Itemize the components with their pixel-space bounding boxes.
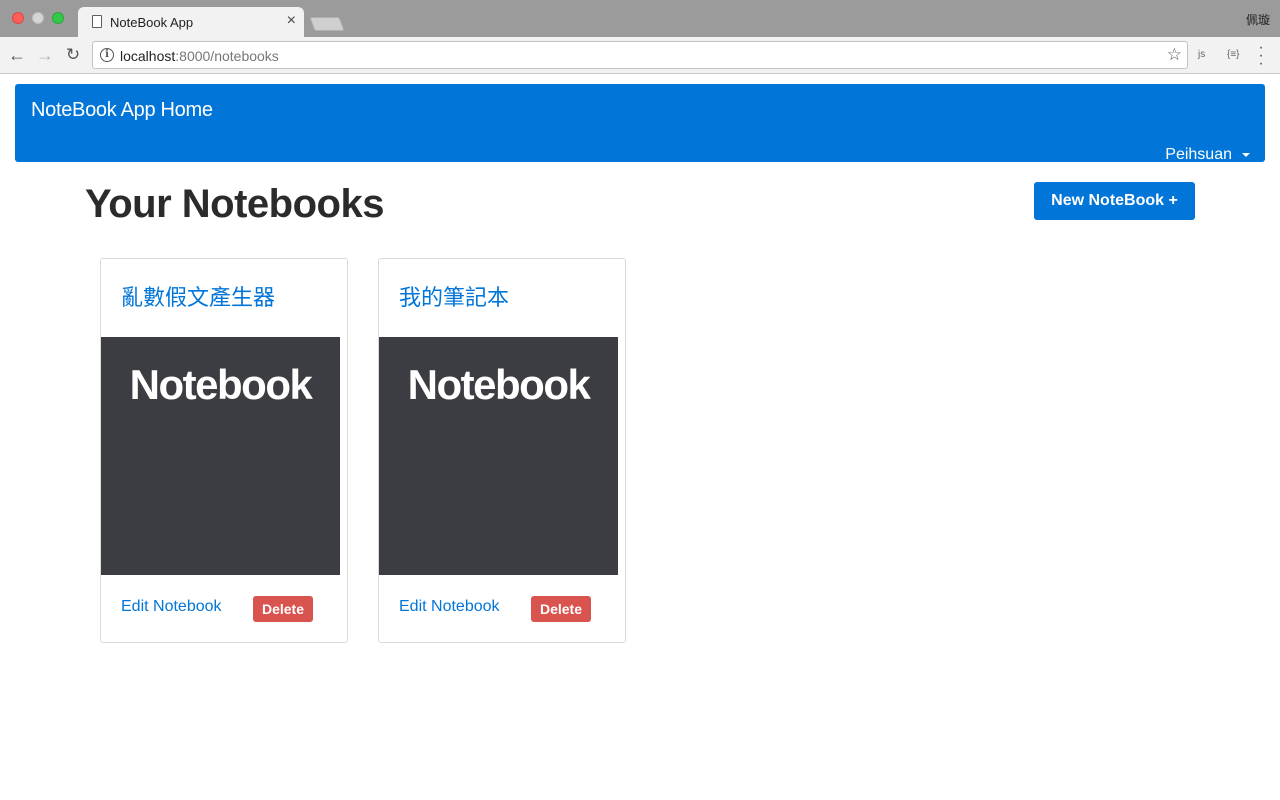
delete-notebook-button[interactable]: Delete [531,596,591,622]
reload-icon[interactable]: ↻ [61,43,85,67]
delete-notebook-button[interactable]: Delete [253,596,313,622]
notebook-cover-image: Notebook [101,337,340,575]
notebook-title-link[interactable]: 亂數假文產生器 [121,280,275,312]
kebab-menu-icon[interactable]: · · · [1258,40,1264,72]
notebook-card: 亂數假文產生器 Notebook Edit Notebook Delete [100,258,348,643]
edit-notebook-link[interactable]: Edit Notebook [399,598,500,616]
info-icon[interactable]: i [100,48,114,62]
user-name: Peihsuan [1165,146,1232,163]
browser-toolbar: ← → ↻ i localhost:8000/notebooks ☆ js {≡… [0,37,1280,74]
address-bar[interactable]: i localhost:8000/notebooks ☆ [92,41,1188,69]
notebook-title-link[interactable]: 我的筆記本 [399,280,509,312]
minimize-window-button[interactable] [32,12,44,24]
json-extension-icon[interactable]: {≡} [1227,49,1240,60]
bookmark-star-icon[interactable]: ☆ [1167,45,1182,65]
browser-tab[interactable]: NoteBook App × [78,7,304,37]
brand-link[interactable]: NoteBook App Home [31,99,213,122]
notebook-cover-image: Notebook [379,337,618,575]
tab-close-icon[interactable]: × [287,12,296,30]
notebook-card: 我的筆記本 Notebook Edit Notebook Delete [378,258,626,643]
new-notebook-button[interactable]: New NoteBook + [1034,182,1195,220]
caret-down-icon [1242,152,1250,157]
notebook-cover-text: Notebook [129,361,313,408]
tab-title: NoteBook App [110,15,194,30]
app-navbar: NoteBook App Home Peihsuan [15,84,1265,164]
page-icon [92,15,102,28]
new-tab-button[interactable] [309,17,345,31]
user-dropdown[interactable]: Peihsuan [1165,146,1250,164]
profile-name[interactable]: 佩璇 [1246,11,1270,28]
js-extension-icon[interactable]: js [1198,49,1205,60]
edit-notebook-link[interactable]: Edit Notebook [121,598,222,616]
page-title: Your Notebooks [85,182,384,226]
url-text[interactable]: localhost:8000/notebooks [120,48,279,64]
browser-titlebar: NoteBook App × 佩璇 [0,0,1280,37]
url-path: :8000/notebooks [175,48,279,64]
url-host: localhost [120,48,176,64]
zoom-window-button[interactable] [52,12,64,24]
back-arrow-icon[interactable]: ← [5,43,29,67]
notebook-cover-text: Notebook [407,361,591,408]
forward-arrow-icon[interactable]: → [33,43,57,67]
close-window-button[interactable] [12,12,24,24]
